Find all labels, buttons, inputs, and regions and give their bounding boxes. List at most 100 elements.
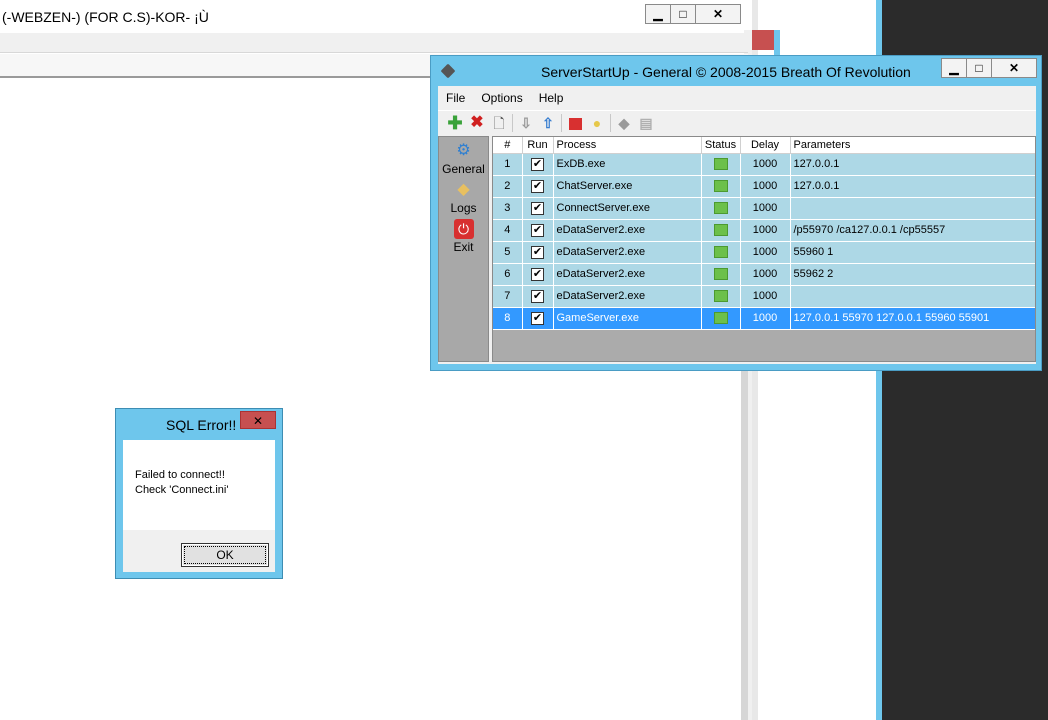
- sidebar-item-label: Exit: [453, 240, 474, 254]
- table-row[interactable]: 5 ✔ eDataServer2.exe 1000 55960 1: [493, 241, 1035, 264]
- delay-cell: 1000: [740, 175, 791, 198]
- status-cell: [701, 263, 741, 286]
- run-checkbox[interactable]: ✔: [531, 223, 544, 237]
- add-icon[interactable]: ✚: [444, 112, 466, 134]
- minimize-button[interactable]: ▁: [941, 58, 967, 78]
- minimize-button[interactable]: ▁: [645, 4, 671, 24]
- move-down-icon[interactable]: ⇩: [515, 112, 537, 134]
- close-button[interactable]: ✕: [695, 4, 741, 24]
- copy-icon[interactable]: ▤: [635, 112, 657, 134]
- run-checkbox[interactable]: ✔: [531, 157, 544, 171]
- process-table: # Run Process Status Delay Parameters 1 ✔…: [492, 136, 1036, 362]
- background-close-button[interactable]: [752, 30, 774, 50]
- run-cell[interactable]: ✔: [522, 219, 554, 242]
- table-row[interactable]: 3 ✔ ConnectServer.exe 1000: [493, 197, 1035, 220]
- parameters-cell: 55962 2: [790, 263, 1035, 286]
- menu-file[interactable]: File: [438, 86, 473, 110]
- status-cell: [701, 153, 741, 176]
- back-icon[interactable]: ◆: [613, 112, 635, 134]
- serverstartup-title: ServerStartUp - General © 2008-2015 Brea…: [541, 64, 911, 80]
- delay-cell: 1000: [740, 285, 791, 308]
- run-cell[interactable]: ✔: [522, 285, 554, 308]
- status-cell: [701, 307, 741, 330]
- run-checkbox[interactable]: ✔: [531, 267, 544, 281]
- main-window-titlebar[interactable]: (-WEBZEN-) (FOR C.S)-KOR- ¡Ù ▁ □ ✕: [0, 0, 752, 30]
- status-led-icon: [713, 158, 728, 171]
- parameters-cell: 127.0.0.1: [790, 153, 1035, 176]
- toolbar: ✚ ✖ 🗋 ⇩ ⇧ ● ◆ ▤: [438, 110, 1036, 134]
- sidebar-item-logs[interactable]: ◆ Logs: [439, 180, 488, 215]
- parameters-cell: 127.0.0.1 55970 127.0.0.1 55960 55901: [790, 307, 1035, 330]
- app-icon: [440, 63, 456, 79]
- serverstartup-client: File Options Help ✚ ✖ 🗋 ⇩ ⇧ ● ◆ ▤ ⚙ Gene…: [438, 86, 1036, 364]
- table-row[interactable]: 6 ✔ eDataServer2.exe 1000 55962 2: [493, 263, 1035, 286]
- run-checkbox[interactable]: ✔: [531, 311, 544, 325]
- sidebar-item-general[interactable]: ⚙ General: [439, 141, 488, 176]
- menu-options[interactable]: Options: [473, 86, 530, 110]
- run-cell[interactable]: ✔: [522, 307, 554, 330]
- maximize-button[interactable]: □: [966, 58, 992, 78]
- ok-button[interactable]: OK: [181, 543, 269, 567]
- process-cell: eDataServer2.exe: [553, 219, 702, 242]
- parameters-cell: /p55970 /ca127.0.0.1 /cp55557: [790, 219, 1035, 242]
- parameters-cell: [790, 197, 1035, 220]
- table-row[interactable]: 2 ✔ ChatServer.exe 1000 127.0.0.1: [493, 175, 1035, 198]
- run-checkbox[interactable]: ✔: [531, 201, 544, 215]
- run-checkbox[interactable]: ✔: [531, 179, 544, 193]
- delay-cell: 1000: [740, 153, 791, 176]
- column-header-num[interactable]: #: [493, 137, 523, 154]
- status-cell: [701, 175, 741, 198]
- toolbar-separator: [512, 113, 513, 132]
- column-header-delay[interactable]: Delay: [740, 137, 791, 154]
- sidebar-item-exit[interactable]: ⏻ Exit: [439, 219, 488, 254]
- status-cell: [701, 241, 741, 264]
- row-number: 5: [493, 241, 523, 264]
- table-row[interactable]: 7 ✔ eDataServer2.exe 1000: [493, 285, 1035, 308]
- column-header-run[interactable]: Run: [522, 137, 554, 154]
- dialog-footer: OK: [123, 530, 275, 572]
- status-cell: [701, 285, 741, 308]
- close-button[interactable]: ✕: [991, 58, 1037, 78]
- delay-cell: 1000: [740, 241, 791, 264]
- column-header-process[interactable]: Process: [553, 137, 702, 154]
- delete-icon[interactable]: ✖: [466, 112, 488, 134]
- row-number: 7: [493, 285, 523, 308]
- serverstartup-titlebar[interactable]: ServerStartUp - General © 2008-2015 Brea…: [431, 56, 1041, 86]
- gears-icon: ⚙: [456, 142, 471, 159]
- toolbar-separator: [610, 113, 611, 132]
- run-cell[interactable]: ✔: [522, 197, 554, 220]
- run-cell[interactable]: ✔: [522, 175, 554, 198]
- run-cell[interactable]: ✔: [522, 263, 554, 286]
- close-button[interactable]: ✕: [240, 411, 276, 429]
- column-header-parameters[interactable]: Parameters: [790, 137, 1035, 154]
- power-icon: ⏻: [453, 219, 474, 239]
- lightbulb-icon[interactable]: ●: [586, 112, 608, 134]
- run-checkbox[interactable]: ✔: [531, 289, 544, 303]
- toolbar-separator: [561, 113, 562, 132]
- move-up-icon[interactable]: ⇧: [537, 112, 559, 134]
- serverstartup-window: ServerStartUp - General © 2008-2015 Brea…: [430, 55, 1042, 371]
- parameters-cell: [790, 285, 1035, 308]
- table-header: # Run Process Status Delay Parameters: [493, 137, 1035, 154]
- table-row[interactable]: 4 ✔ eDataServer2.exe 1000/p55970 /ca127.0.0…: [493, 219, 1035, 242]
- status-led-icon: [713, 180, 728, 193]
- menubar: File Options Help: [438, 86, 1036, 110]
- menu-help[interactable]: Help: [531, 86, 572, 110]
- maximize-button[interactable]: □: [670, 4, 696, 24]
- run-checkbox[interactable]: ✔: [531, 245, 544, 259]
- stop-icon[interactable]: [564, 112, 586, 134]
- table-row[interactable]: 8 ✔ GameServer.exe 1000 127.0.0.1 55970 127.…: [493, 307, 1035, 330]
- status-led-icon: [713, 224, 728, 237]
- dialog-titlebar[interactable]: SQL Error!! ✕: [116, 409, 282, 439]
- sidebar-item-label: Logs: [450, 201, 477, 215]
- new-document-icon[interactable]: 🗋: [488, 112, 510, 134]
- column-header-status[interactable]: Status: [701, 137, 741, 154]
- table-row[interactable]: 1 ✔ ExDB.exe 1000 127.0.0.1: [493, 153, 1035, 176]
- run-cell[interactable]: ✔: [522, 153, 554, 176]
- process-cell: ExDB.exe: [553, 153, 702, 176]
- row-number: 3: [493, 197, 523, 220]
- delay-cell: 1000: [740, 197, 791, 220]
- run-cell[interactable]: ✔: [522, 241, 554, 264]
- delay-cell: 1000: [740, 219, 791, 242]
- parameters-cell: 127.0.0.1: [790, 175, 1035, 198]
